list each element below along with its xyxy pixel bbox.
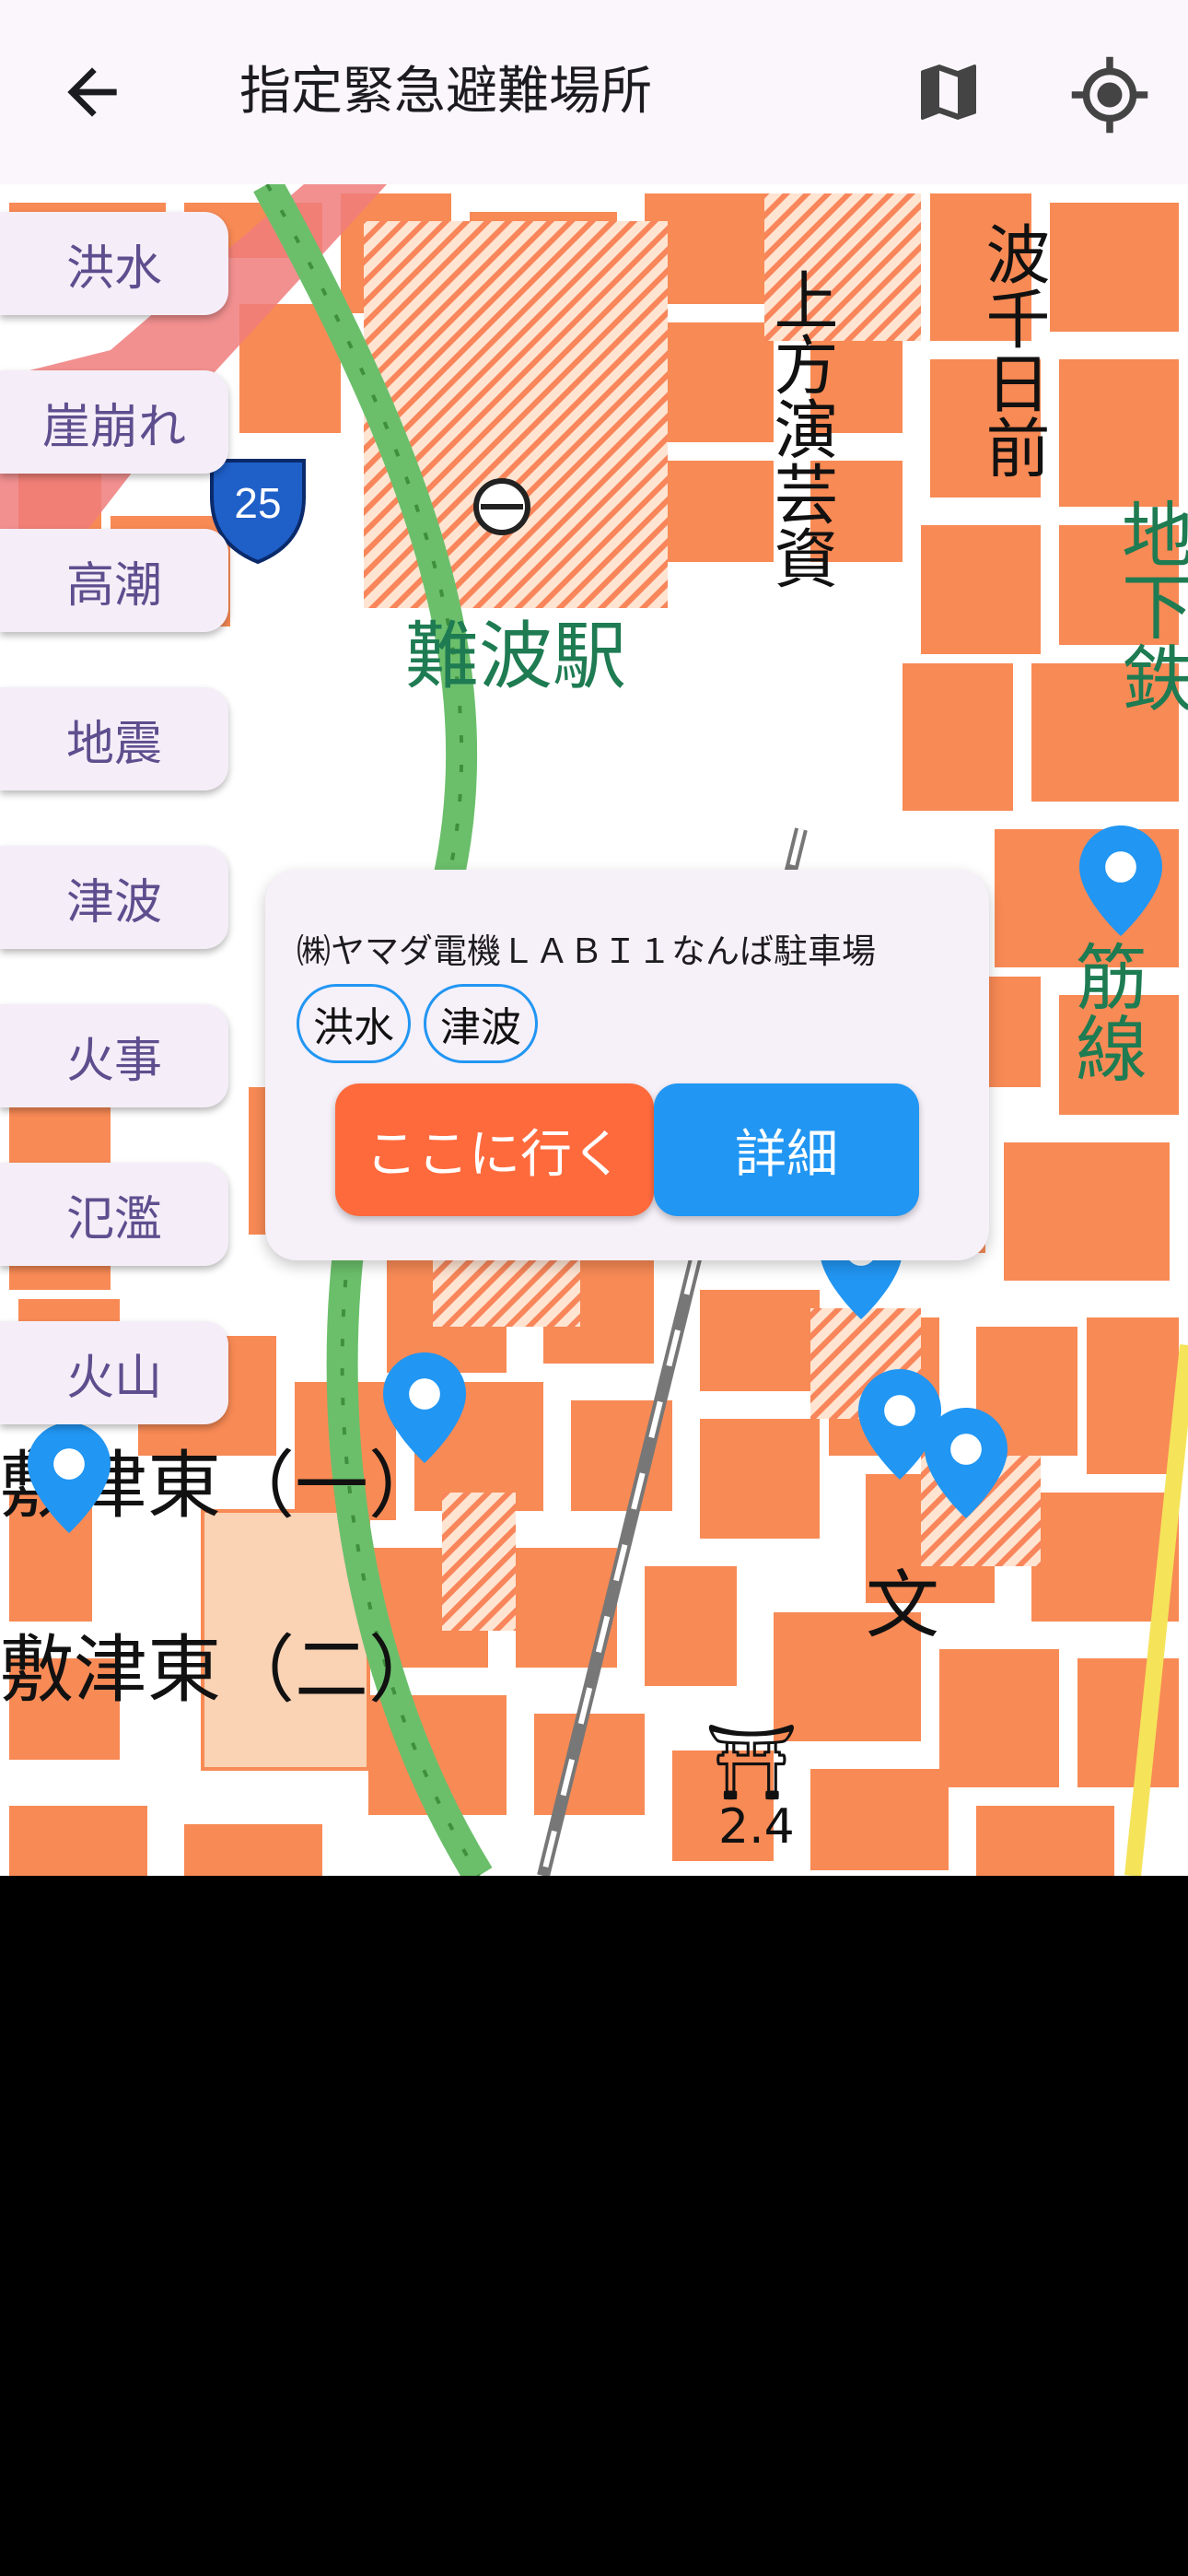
label-namba-sennichimae: 波千日前 [975, 221, 1051, 479]
label-subway: 地下鉄 [1110, 498, 1188, 713]
detail-button[interactable]: 詳細 [654, 1083, 919, 1216]
label-kamigata: 上方演芸資 [763, 267, 839, 590]
svg-text:⛩: ⛩ [705, 1719, 798, 1805]
page-title: 指定緊急避難場所 [239, 62, 652, 122]
arrow-back-icon[interactable] [55, 55, 129, 129]
shelter-popup: ㈱ヤマダ電機ＬＡＢＩ１なんば駐車場 洪水 津波 ここに行く 詳細 [265, 870, 989, 1260]
hazard-tag-tsunami: 津波 [424, 984, 538, 1063]
map-icon[interactable] [912, 55, 985, 129]
filter-chip-fire[interactable]: 火事 [0, 1004, 228, 1107]
filter-chip-landslide[interactable]: 崖崩れ [0, 370, 228, 474]
filter-chip-storm-surge[interactable]: 高潮 [0, 529, 228, 632]
label-shikitsu2: 敷津東（二） [0, 1627, 442, 1713]
my-location-icon[interactable] [1068, 53, 1151, 136]
hazard-tag-flood: 洪水 [297, 984, 411, 1063]
label-station: 難波駅 [405, 614, 626, 699]
app-bar: 指定緊急避難場所 [0, 0, 1188, 184]
filter-chip-earthquake[interactable]: 地震 [0, 687, 228, 790]
shelter-name: ㈱ヤマダ電機ＬＡＢＩ１なんば駐車場 [297, 931, 876, 971]
filter-chip-tsunami[interactable]: 津波 [0, 846, 228, 949]
map-view[interactable]: 25 文 ⛩ 難波駅 波千日前 上方演芸資 地下鉄 筋線 敷津東（一） 敷津東（… [0, 184, 1188, 1876]
route-number: 25 [234, 479, 281, 527]
label-elevation: 2.4 [718, 1799, 795, 1855]
go-here-button[interactable]: ここに行く [335, 1083, 654, 1216]
shelter-pin[interactable] [1079, 825, 1162, 936]
shelter-pin[interactable] [925, 1408, 1007, 1518]
filter-chip-inundation[interactable]: 氾濫 [0, 1163, 228, 1266]
label-line: 筋線 [1064, 940, 1147, 1083]
svg-text:文: 文 [866, 1563, 939, 1648]
shelter-pin[interactable] [383, 1352, 466, 1463]
filter-chip-flood[interactable]: 洪水 [0, 212, 228, 315]
shelter-pin[interactable] [28, 1423, 111, 1533]
filter-chip-volcano[interactable]: 火山 [0, 1321, 228, 1424]
